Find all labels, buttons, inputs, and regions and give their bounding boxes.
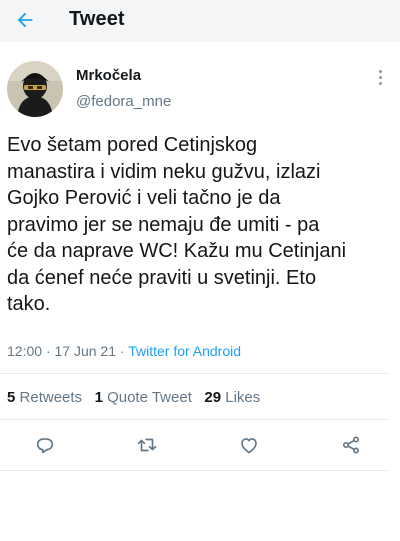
avatar-image bbox=[7, 61, 63, 117]
author-name[interactable]: Mrkočela bbox=[76, 67, 141, 84]
like-icon bbox=[241, 438, 257, 454]
tweet-date: 17 Jun 21 bbox=[54, 343, 117, 359]
page-title: Tweet bbox=[69, 8, 125, 30]
likes-stat[interactable]: 29 Likes bbox=[204, 389, 260, 406]
tweet-time: 12:00 bbox=[7, 343, 43, 359]
share-button[interactable] bbox=[338, 432, 364, 458]
retweets-label: Retweets bbox=[19, 389, 83, 406]
top-app-bar: Tweet bbox=[0, 0, 400, 42]
quote-tweets-stat[interactable]: 1 Quote Tweet bbox=[95, 389, 192, 406]
tweet-text: Evo šetam pored Cetinjskog manastira i v… bbox=[7, 134, 347, 315]
retweet-button[interactable] bbox=[134, 432, 160, 458]
tweet-meta: 12:00 · 17 Jun 21 · Twitter for Android bbox=[7, 343, 241, 359]
meta-separator: · bbox=[45, 343, 51, 359]
arrow-left-icon bbox=[17, 12, 33, 28]
author-handle[interactable]: @fedora_mne bbox=[76, 93, 171, 110]
more-vert-icon bbox=[378, 69, 382, 73]
avatar[interactable] bbox=[7, 61, 63, 117]
reply-icon bbox=[36, 438, 54, 454]
back-button[interactable] bbox=[10, 5, 40, 35]
likes-label: Likes bbox=[225, 389, 261, 406]
share-icon bbox=[342, 436, 360, 454]
like-button[interactable] bbox=[236, 432, 262, 458]
retweets-count: 5 bbox=[7, 389, 16, 406]
likes-count: 29 bbox=[204, 389, 222, 406]
tweet-stats: 5 Retweets 1 Quote Tweet 29 Likes bbox=[7, 389, 260, 406]
divider bbox=[0, 373, 390, 374]
retweets-stat[interactable]: 5 Retweets bbox=[7, 389, 82, 406]
retweet-icon bbox=[137, 438, 157, 452]
more-options-button[interactable] bbox=[372, 66, 388, 88]
divider bbox=[0, 470, 390, 471]
quotes-label: Quote Tweet bbox=[107, 389, 192, 406]
tweet-source-link[interactable]: Twitter for Android bbox=[128, 343, 241, 359]
meta-separator: · bbox=[119, 343, 125, 359]
reply-button[interactable] bbox=[32, 432, 58, 458]
quotes-count: 1 bbox=[94, 389, 103, 406]
divider bbox=[0, 419, 390, 420]
